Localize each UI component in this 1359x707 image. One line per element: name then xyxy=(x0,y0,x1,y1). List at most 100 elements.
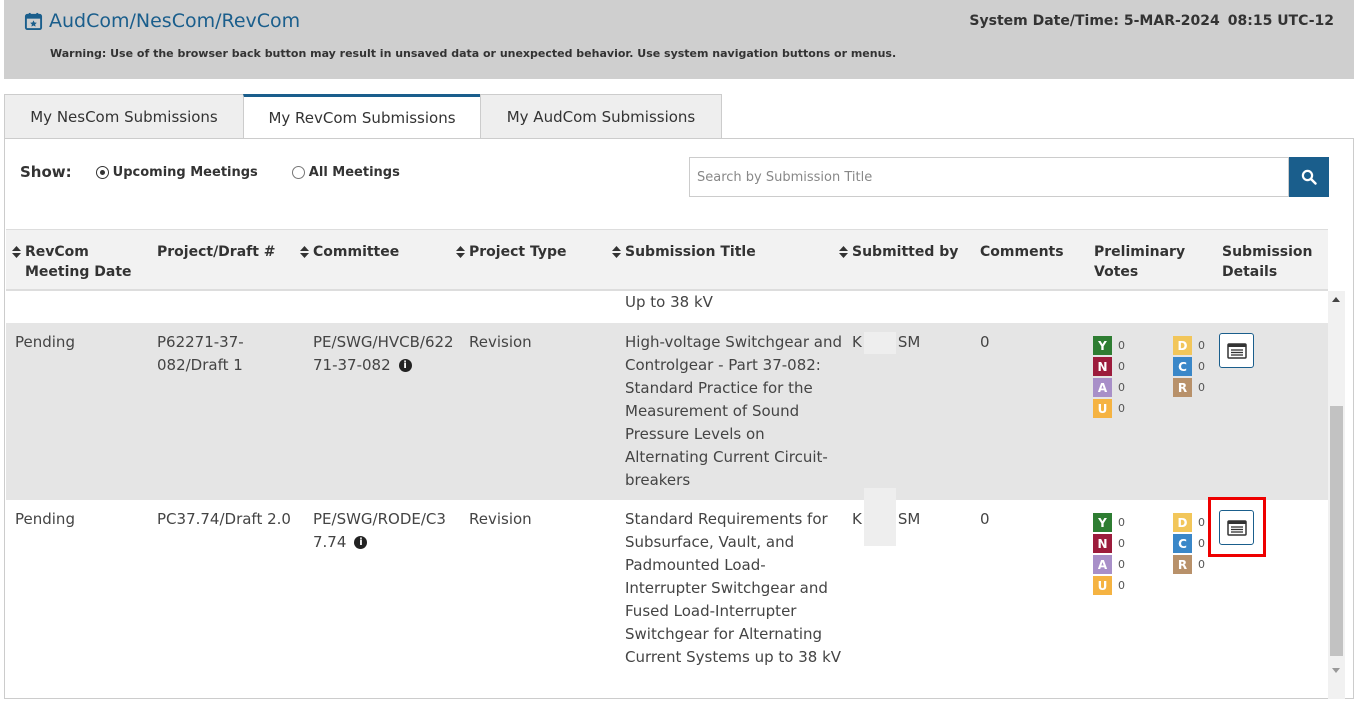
vote-d: D0 xyxy=(1173,335,1205,356)
col-submitted-by[interactable]: Submitted by xyxy=(839,242,958,262)
vote-undecided-badge: U xyxy=(1093,399,1112,418)
tab-audcom-submissions[interactable]: My AudCom Submissions xyxy=(480,94,722,139)
scroll-up-icon[interactable] xyxy=(1332,297,1340,302)
search-button[interactable] xyxy=(1289,157,1329,197)
calendar-icon xyxy=(24,12,43,30)
committee-text: PE/SWG/HVCB/62271-37-082 xyxy=(313,333,454,374)
submitter-suffix: SM xyxy=(897,333,921,351)
col-comments: Comments xyxy=(980,242,1064,262)
col-project-draft-label: Project/Draft # xyxy=(157,244,276,260)
vote-undecided: U0 xyxy=(1093,398,1125,419)
sort-icon xyxy=(12,246,21,258)
highlight-box xyxy=(1208,497,1266,557)
col-submission-details-label: Submission Details xyxy=(1222,244,1313,280)
project-type: Revision xyxy=(469,333,532,351)
vote-r-badge: R xyxy=(1173,378,1192,397)
votes-right: D0 C0 R0 xyxy=(1173,512,1205,575)
app-title-text[interactable]: AudCom/NesCom/RevCom xyxy=(49,10,300,32)
scroll-thumb[interactable] xyxy=(1330,406,1343,656)
vote-abstain-count: 0 xyxy=(1118,558,1125,571)
project-draft[interactable]: PC37.74/Draft 2.0 xyxy=(157,508,297,531)
vote-c-badge: C xyxy=(1173,357,1192,376)
col-meeting-date-label[interactable]: RevCom Meeting Date xyxy=(25,242,147,282)
search-box xyxy=(689,157,1289,197)
tab-nescom-submissions[interactable]: My NesCom Submissions xyxy=(4,94,244,139)
vote-yes: Y0 xyxy=(1093,335,1125,356)
committee: PE/SWG/RODE/C37.74 i xyxy=(313,508,455,554)
radio-all-label[interactable]: All Meetings xyxy=(309,165,400,180)
comments-count: 0 xyxy=(980,333,990,351)
submission-title: High-voltage Switchgear and Controlgear … xyxy=(625,333,842,489)
col-project-draft: Project/Draft # xyxy=(157,242,276,262)
vote-no-count: 0 xyxy=(1118,537,1125,550)
col-preliminary-votes-label: Preliminary Votes xyxy=(1094,244,1186,280)
vote-no-badge: N xyxy=(1093,357,1112,376)
vote-yes-count: 0 xyxy=(1118,516,1125,529)
show-label: Show: xyxy=(20,163,72,181)
submission-title: Standard Requirements for Subsurface, Va… xyxy=(625,510,842,666)
submitted-by: K SM xyxy=(852,488,920,546)
details-list-icon xyxy=(1226,342,1247,359)
radio-upcoming-label[interactable]: Upcoming Meetings xyxy=(113,165,258,180)
vote-no-count: 0 xyxy=(1118,360,1125,373)
tab-revcom-submissions[interactable]: My RevCom Submissions xyxy=(243,94,481,139)
vote-yes-count: 0 xyxy=(1118,339,1125,352)
submissions-panel: Show: Upcoming Meetings All Meetings Rev… xyxy=(4,138,1354,699)
vote-abstain-badge: A xyxy=(1093,378,1112,397)
radio-unselected-icon[interactable] xyxy=(291,165,305,179)
submitter-initial: K xyxy=(852,333,862,351)
col-meeting-date[interactable]: RevCom Meeting Date xyxy=(12,242,147,282)
vote-r: R0 xyxy=(1173,554,1205,575)
scroll-down-icon[interactable] xyxy=(1332,668,1340,673)
app-title[interactable]: AudCom/NesCom/RevCom xyxy=(24,10,300,32)
warning-message: Warning: Use of the browser back button … xyxy=(50,47,897,60)
col-submitted-by-label[interactable]: Submitted by xyxy=(852,242,958,262)
table-row-partial: Up to 38 kV xyxy=(6,291,1328,323)
submitter-initial: K xyxy=(852,510,862,528)
vote-abstain-badge: A xyxy=(1093,555,1112,574)
submission-tabs: My NesCom Submissions My RevCom Submissi… xyxy=(4,94,722,139)
radio-upcoming-meetings[interactable]: Upcoming Meetings xyxy=(95,165,258,180)
col-submission-title-label[interactable]: Submission Title xyxy=(625,242,756,262)
sort-icon xyxy=(612,246,621,258)
col-preliminary-votes: Preliminary Votes xyxy=(1094,242,1194,282)
col-committee[interactable]: Committee xyxy=(300,242,399,262)
vote-d-count: 0 xyxy=(1198,516,1205,529)
radio-selected-icon[interactable] xyxy=(95,165,109,179)
vote-yes-badge: Y xyxy=(1093,336,1112,355)
search-input[interactable] xyxy=(690,158,1288,196)
submission-title: Up to 38 kV xyxy=(625,293,713,311)
table-scrollbar[interactable] xyxy=(1328,291,1345,699)
table-header: RevCom Meeting Date Project/Draft # Comm… xyxy=(6,229,1328,291)
vote-d-badge: D xyxy=(1173,513,1192,532)
vote-undecided-badge: U xyxy=(1093,576,1112,595)
page-header: AudCom/NesCom/RevCom System Date/Time: 5… xyxy=(4,0,1354,79)
vote-c-badge: C xyxy=(1173,534,1192,553)
vote-no: N0 xyxy=(1093,533,1125,554)
col-project-type-label[interactable]: Project Type xyxy=(469,242,566,262)
table-body: Up to 38 kV Pending P62271-37-082/Draft … xyxy=(6,291,1328,699)
project-draft[interactable]: P62271-37-082/Draft 1 xyxy=(157,331,297,377)
vote-r-count: 0 xyxy=(1198,381,1205,394)
submitted-by: K SM xyxy=(852,331,920,354)
col-submission-title[interactable]: Submission Title xyxy=(612,242,756,262)
vote-r-count: 0 xyxy=(1198,558,1205,571)
vote-abstain-count: 0 xyxy=(1118,381,1125,394)
submission-details-button[interactable] xyxy=(1219,333,1254,368)
col-submission-details: Submission Details xyxy=(1222,242,1322,282)
search-icon xyxy=(1301,169,1317,185)
info-icon[interactable]: i xyxy=(354,536,368,549)
col-committee-label[interactable]: Committee xyxy=(313,242,399,262)
votes-left: Y0 N0 A0 U0 xyxy=(1093,512,1125,596)
system-time: 08:15 UTC-12 xyxy=(1227,13,1334,29)
vote-abstain: A0 xyxy=(1093,377,1125,398)
radio-all-meetings[interactable]: All Meetings xyxy=(291,165,400,180)
info-icon[interactable]: i xyxy=(398,359,412,372)
vote-no: N0 xyxy=(1093,356,1125,377)
system-datetime: System Date/Time: 5-MAR-2024 08:15 UTC-12 xyxy=(969,13,1334,29)
col-project-type[interactable]: Project Type xyxy=(456,242,566,262)
sort-icon xyxy=(300,246,309,258)
table-row: Pending P62271-37-082/Draft 1 PE/SWG/HVC… xyxy=(6,323,1328,500)
meeting-date: Pending xyxy=(15,333,75,351)
vote-c-count: 0 xyxy=(1198,537,1205,550)
